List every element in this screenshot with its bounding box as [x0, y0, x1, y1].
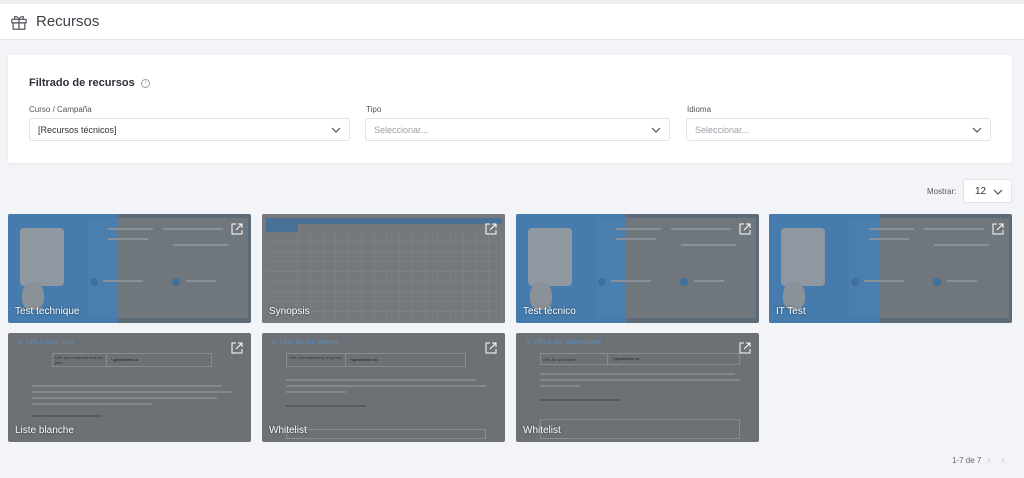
- resource-title: Synopsis: [269, 306, 310, 317]
- language-label: Idioma: [687, 105, 712, 114]
- chevron-down-icon: [972, 127, 982, 133]
- resource-title: Liste blanche: [15, 425, 74, 436]
- info-icon[interactable]: i: [140, 78, 150, 88]
- page-size-select[interactable]: 12: [963, 179, 1012, 203]
- external-link-icon[interactable]: [485, 342, 497, 354]
- filter-title: Filtrado de recursos i: [29, 77, 150, 89]
- doc-heading: 1. URL for the games: [272, 339, 339, 346]
- resource-card[interactable]: IT Test: [769, 214, 1012, 323]
- pagination-range: 1-7 de 7: [952, 456, 982, 465]
- course-select[interactable]: [Recursos técnicos]: [29, 118, 350, 141]
- resource-title: Test technique: [15, 306, 80, 317]
- resource-card[interactable]: 1. URLs pour jeux URL qui comprend tous …: [8, 333, 251, 442]
- chevron-down-icon: [993, 189, 1003, 195]
- resource-title: Whitelist: [269, 425, 307, 436]
- resource-card[interactable]: Test técnico: [516, 214, 759, 323]
- chevron-down-icon: [331, 127, 341, 133]
- language-select[interactable]: Seleccionar...: [686, 118, 991, 141]
- chevron-down-icon: [651, 127, 661, 133]
- doc-heading: 1. URLs pour jeux: [18, 339, 75, 346]
- external-link-icon[interactable]: [231, 342, 243, 354]
- language-select-placeholder: Seleccionar...: [695, 124, 750, 135]
- doc-field-label: URL encompassing all games: [289, 355, 342, 360]
- doc-field-label: URL für alle Spiele: [543, 357, 577, 362]
- resource-card[interactable]: 1. URL for the games URL encompassing al…: [262, 333, 505, 442]
- external-link-icon[interactable]: [739, 223, 751, 235]
- resource-title: Whitelist: [523, 425, 561, 436]
- page-size-value: 12: [975, 185, 987, 197]
- resource-card[interactable]: 1. URLs der Videospiele URL für alle Spi…: [516, 333, 759, 442]
- doc-field-label: URL qui comprend tous les jeux: [55, 355, 104, 365]
- type-select-placeholder: Seleccionar...: [374, 124, 429, 135]
- external-link-icon[interactable]: [739, 342, 751, 354]
- doc-field-value: *.gamelearn.io: [111, 357, 139, 362]
- gift-icon: [11, 15, 27, 30]
- external-link-icon[interactable]: [231, 223, 243, 235]
- doc-field-value: *.gamelearn.io: [350, 357, 378, 362]
- filter-panel: Filtrado de recursos i Curso / Campaña […: [8, 55, 1012, 163]
- filter-title-text: Filtrado de recursos: [29, 77, 135, 89]
- external-link-icon[interactable]: [485, 223, 497, 235]
- doc-field-value: *.gamelearn.io: [612, 356, 640, 361]
- doc-heading: 1. URLs der Videospiele: [526, 339, 602, 346]
- chevron-left-icon[interactable]: ‹: [987, 455, 995, 465]
- type-select[interactable]: Seleccionar...: [365, 118, 670, 141]
- top-bar: Recursos: [0, 0, 1024, 40]
- course-label: Curso / Campaña: [29, 105, 92, 114]
- chevron-right-icon[interactable]: ›: [1001, 455, 1009, 465]
- resource-title: IT Test: [776, 306, 806, 317]
- page-title: Recursos: [36, 13, 100, 30]
- external-link-icon[interactable]: [992, 223, 1004, 235]
- page-size-label: Mostrar:: [927, 187, 957, 196]
- course-select-value: [Recursos técnicos]: [38, 124, 117, 135]
- resource-title: Test técnico: [523, 306, 576, 317]
- pagination: 1-7 de 7 ‹ ›: [952, 455, 1009, 465]
- type-label: Tipo: [366, 105, 382, 114]
- resource-card[interactable]: Test technique: [8, 214, 251, 323]
- resource-card[interactable]: Synopsis: [262, 214, 505, 323]
